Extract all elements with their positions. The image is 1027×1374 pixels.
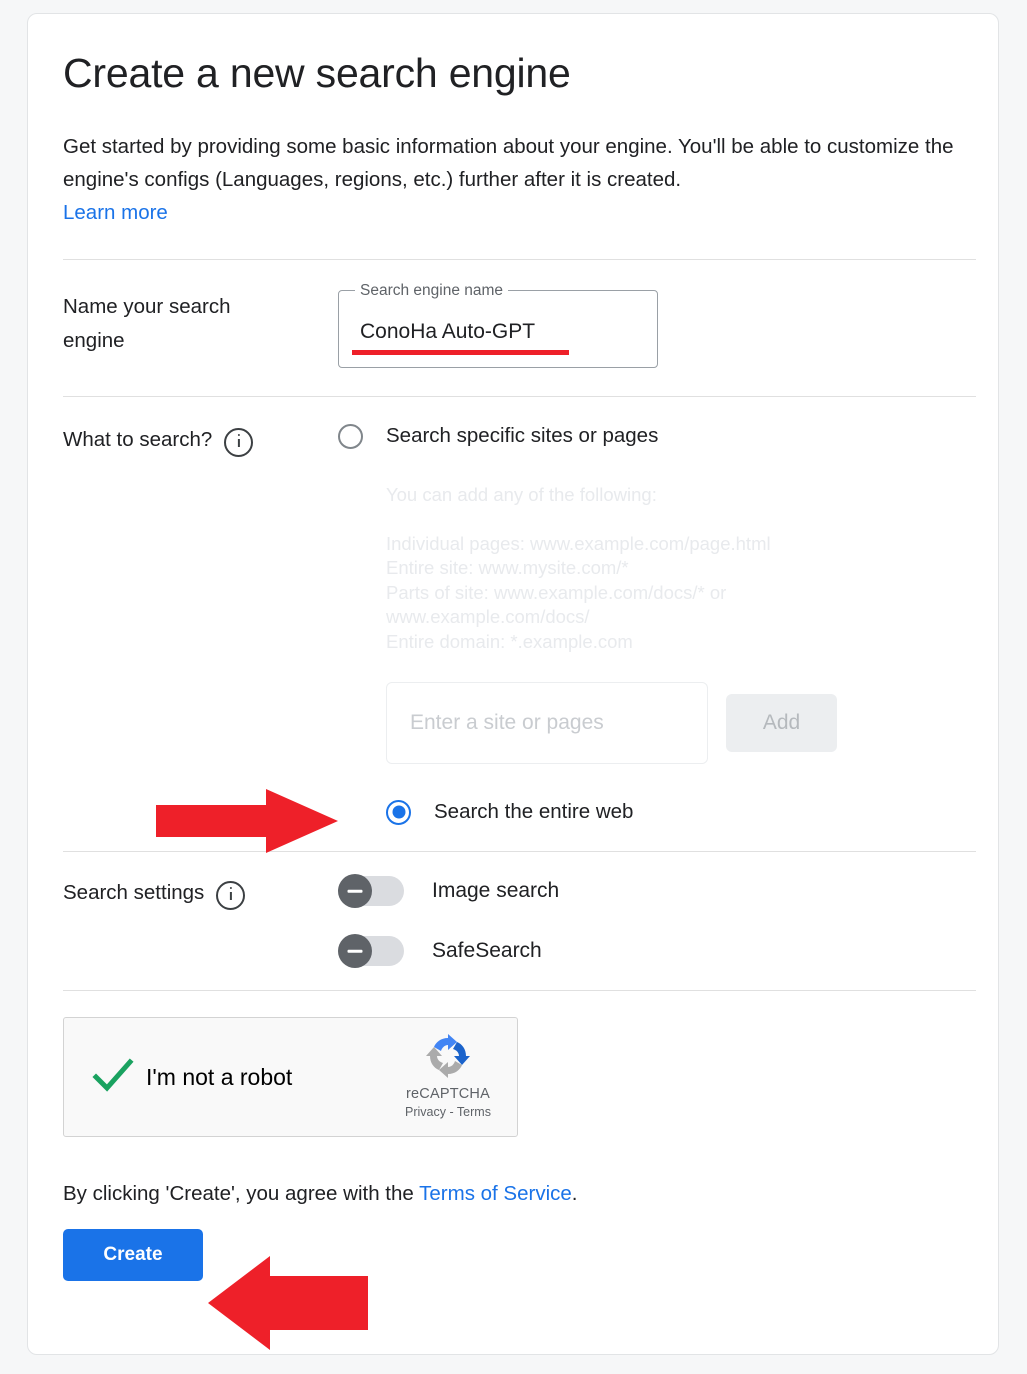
recaptcha-legal-links: Privacy - Terms — [405, 1105, 491, 1119]
recaptcha-checkbox-label: I'm not a robot — [146, 1063, 293, 1090]
name-section-label: Name your search engine — [63, 290, 338, 358]
what-to-search-label: What to search? — [63, 423, 338, 457]
recaptcha-logo-icon — [392, 1032, 504, 1085]
recaptcha-brand-name: reCAPTCHA — [406, 1086, 490, 1102]
hint-line: Parts of site: www.example.com/docs/* or — [386, 581, 727, 603]
search-engine-name-value: ConoHa Auto-GPT — [360, 320, 536, 343]
terms-suffix: . — [571, 1182, 578, 1205]
hint-line: Entire site: www.mysite.com/* — [386, 557, 629, 578]
intro-text: Get started by providing some basic info… — [63, 130, 968, 229]
image-search-toggle[interactable] — [338, 874, 404, 908]
hint-line: Individual pages: www.example.com/page.h… — [386, 532, 771, 554]
search-settings-label-text: Search settings — [63, 881, 205, 904]
annotation-underline — [352, 350, 569, 355]
add-site-button[interactable]: Add — [726, 694, 837, 752]
create-button[interactable]: Create — [63, 1229, 203, 1281]
recaptcha-branding: reCAPTCHA Privacy - Terms — [392, 1032, 504, 1121]
info-icon[interactable] — [216, 881, 246, 910]
hint-intro: You can add any of the following: — [386, 484, 657, 505]
recaptcha-widget[interactable]: I'm not a robot reCAPTCHA Privacy - Term… — [63, 1017, 518, 1137]
radio-entire-web-icon[interactable] — [386, 799, 411, 825]
toggle-knob-icon — [338, 874, 372, 908]
checkmark-icon[interactable] — [92, 1056, 134, 1098]
site-hint-block: You can add any of the following: Indivi… — [386, 483, 978, 654]
hint-line: Entire domain: *.example.com — [386, 630, 633, 652]
learn-more-link[interactable]: Learn more — [63, 196, 168, 229]
name-section: Name your search engine Search engine na… — [63, 260, 978, 396]
terms-of-service-link[interactable]: Terms of Service — [419, 1182, 572, 1205]
what-to-search-label-text: What to search? — [63, 428, 213, 451]
search-settings-section: Search settings Image search SafeSearch — [63, 852, 978, 990]
search-engine-name-legend: Search engine name — [355, 281, 509, 300]
hint-line: www.example.com/docs/ — [386, 606, 590, 627]
what-to-search-section: What to search? Search specific sites or… — [63, 397, 978, 851]
toggle-row-safesearch[interactable]: SafeSearch — [338, 934, 559, 968]
radio-specific-sites-label: Search specific sites or pages — [386, 424, 659, 447]
site-input[interactable]: Enter a site or pages — [386, 682, 708, 764]
terms-notice: By clicking 'Create', you agree with the… — [63, 1181, 978, 1207]
recaptcha-separator: - — [449, 1105, 454, 1119]
radio-entire-web-label: Search the entire web — [434, 800, 634, 823]
intro-paragraph: Get started by providing some basic info… — [63, 135, 954, 191]
recaptcha-wrap: I'm not a robot reCAPTCHA Privacy - Term… — [63, 991, 978, 1137]
radio-option-entire-web[interactable]: Search the entire web — [386, 799, 978, 825]
safesearch-toggle[interactable] — [338, 934, 404, 968]
image-search-label: Image search — [432, 879, 560, 902]
recaptcha-privacy-link[interactable]: Privacy — [405, 1105, 446, 1119]
toggle-row-image-search[interactable]: Image search — [338, 874, 560, 908]
create-search-engine-card: Create a new search engine Get started b… — [27, 13, 999, 1355]
page-title: Create a new search engine — [63, 50, 571, 96]
toggle-knob-icon — [338, 934, 372, 968]
radio-specific-sites-icon[interactable] — [338, 423, 363, 449]
safesearch-label: SafeSearch — [432, 939, 542, 962]
terms-prefix: By clicking 'Create', you agree with the — [63, 1182, 420, 1205]
site-entry-row: Enter a site or pages Add — [386, 682, 978, 764]
radio-option-specific-sites[interactable]: Search specific sites or pages — [338, 423, 978, 449]
recaptcha-terms-link[interactable]: Terms — [457, 1105, 491, 1119]
name-section-label-text: Name your search engine — [63, 295, 231, 352]
info-icon[interactable] — [224, 428, 254, 457]
search-engine-name-field[interactable]: Search engine name ConoHa Auto-GPT — [338, 281, 658, 368]
search-settings-label: Search settings — [63, 876, 338, 910]
